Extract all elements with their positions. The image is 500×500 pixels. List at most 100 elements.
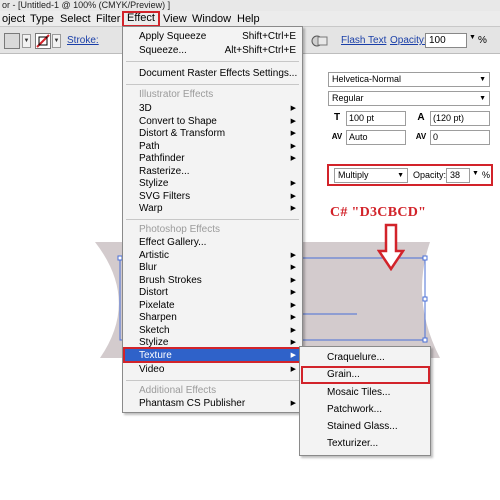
menu-separator xyxy=(126,219,299,220)
menu-item-label: Sharpen xyxy=(139,312,177,323)
font-size-icon: T xyxy=(333,112,341,123)
menu-item-document-raster-settings[interactable]: Document Raster Effects Settings... xyxy=(123,67,302,80)
menu-view[interactable]: View xyxy=(161,12,189,26)
flash-text-link[interactable]: Flash Text xyxy=(341,35,386,46)
opacity-label[interactable]: Opacity: xyxy=(390,35,427,46)
menu-window[interactable]: Window xyxy=(190,12,233,26)
submenu-item-patchwork[interactable]: Patchwork... xyxy=(300,402,430,418)
menu-item-phantasm-cs-publisher[interactable]: Phantasm CS Publisher ▶ xyxy=(123,397,302,410)
menu-item-distort[interactable]: Distort ▶ xyxy=(123,286,302,299)
submenu-item-grain[interactable]: Grain... xyxy=(300,367,430,383)
selection-handle[interactable] xyxy=(422,337,428,343)
submenu-item-mosaic-tiles[interactable]: Mosaic Tiles... xyxy=(300,385,430,401)
font-size-field[interactable]: 100 pt xyxy=(346,111,406,126)
menu-item-blur[interactable]: Blur ▶ xyxy=(123,261,302,274)
kerning-field[interactable]: Auto xyxy=(346,130,406,145)
menu-separator xyxy=(126,84,299,85)
selection-handle[interactable] xyxy=(422,255,428,261)
menu-item-label: SVG Filters xyxy=(139,191,191,202)
menu-bar: oject Type Select Filter Effect View Win… xyxy=(0,11,500,27)
chevron-down-icon: ▼ xyxy=(397,172,404,179)
menu-separator xyxy=(126,380,299,381)
menu-select[interactable]: Select xyxy=(58,12,93,26)
character-panel: Helvetica-Normal ▼ Regular ▼ T 100 pt A … xyxy=(328,65,498,151)
submenu-arrow-icon: ▶ xyxy=(290,155,296,162)
menu-item-warp[interactable]: Warp ▶ xyxy=(123,202,302,215)
font-family-value: Helvetica-Normal xyxy=(332,74,402,84)
menu-help[interactable]: Help xyxy=(235,12,262,26)
menu-item-label: Pixelate xyxy=(139,300,175,311)
submenu-item-texturizer[interactable]: Texturizer... xyxy=(300,436,430,452)
menu-item-label: Blur xyxy=(139,262,157,273)
menu-item-label: Brush Strokes xyxy=(139,275,202,286)
menu-item-sharpen[interactable]: Sharpen ▶ xyxy=(123,311,302,324)
menu-item-label: Distort & Transform xyxy=(139,128,226,139)
opacity-unit: % xyxy=(478,35,487,46)
menu-item-label: Video xyxy=(139,364,165,375)
menu-item-label: Path xyxy=(139,141,160,152)
submenu-arrow-icon: ▶ xyxy=(290,205,296,212)
effect-menu: Apply Squeeze Shift+Ctrl+E Squeeze... Al… xyxy=(122,26,303,413)
font-style-value: Regular xyxy=(332,93,364,103)
menu-item-stylize[interactable]: Stylize ▶ xyxy=(123,177,302,190)
fill-swatch-icon[interactable] xyxy=(4,33,20,49)
section-photoshop-effects: Photoshop Effects xyxy=(139,224,220,235)
menu-object[interactable]: oject xyxy=(0,12,27,26)
menu-item-distort-transform[interactable]: Distort & Transform ▶ xyxy=(123,127,302,140)
stroke-dropdown-arrow[interactable]: ▼ xyxy=(52,34,61,48)
font-family-select[interactable]: Helvetica-Normal ▼ xyxy=(328,72,490,87)
color-code-annotation: C# "D3CBCD" xyxy=(330,205,427,220)
opacity-dropdown-arrow[interactable]: ▼ xyxy=(472,170,479,177)
opacity-input[interactable]: 100 xyxy=(425,33,467,48)
submenu-arrow-icon: ▶ xyxy=(290,264,296,271)
menu-item-label: Effect Gallery... xyxy=(139,237,207,248)
opacity-dropdown-arrow[interactable]: ▼ xyxy=(469,34,476,41)
stroke-none-icon[interactable] xyxy=(35,33,51,49)
menu-item-pathfinder[interactable]: Pathfinder ▶ xyxy=(123,152,302,165)
selection-handle[interactable] xyxy=(422,296,428,302)
down-arrow-icon xyxy=(377,223,405,271)
menu-item-video[interactable]: Video ▶ xyxy=(123,363,302,376)
menu-item-effect-gallery[interactable]: Effect Gallery... xyxy=(123,236,302,249)
section-illustrator-effects: Illustrator Effects xyxy=(139,89,214,100)
opacity-label: Opacity: xyxy=(413,170,447,180)
leading-icon: A xyxy=(417,112,425,123)
leading-field[interactable]: (120 pt) xyxy=(430,111,490,126)
menu-item-squeeze[interactable]: Squeeze... Alt+Shift+Ctrl+E xyxy=(123,44,302,57)
blend-mode-select[interactable]: Multiply ▼ xyxy=(334,168,408,183)
menu-item-label: Sketch xyxy=(139,325,170,336)
submenu-arrow-icon: ▶ xyxy=(290,130,296,137)
tracking-icon: AV xyxy=(415,132,427,141)
menu-filter[interactable]: Filter xyxy=(94,12,122,26)
menu-item-label: Squeeze... xyxy=(139,45,187,56)
submenu-item-craquelure[interactable]: Craquelure... xyxy=(300,350,430,366)
chevron-down-icon: ▼ xyxy=(479,76,486,83)
menu-item-label: Artistic xyxy=(139,250,169,261)
submenu-arrow-icon: ▶ xyxy=(290,105,296,112)
blend-mode-value: Multiply xyxy=(338,170,369,180)
menu-item-label: Apply Squeeze xyxy=(139,31,207,42)
menu-item-3d[interactable]: 3D ▶ xyxy=(123,102,302,115)
submenu-item-stained-glass[interactable]: Stained Glass... xyxy=(300,419,430,435)
menu-type[interactable]: Type xyxy=(28,12,56,26)
tracking-field[interactable]: 0 xyxy=(430,130,490,145)
shortcut-label: Alt+Shift+Ctrl+E xyxy=(224,45,296,56)
font-style-select[interactable]: Regular ▼ xyxy=(328,91,490,106)
submenu-arrow-icon: ▶ xyxy=(290,400,296,407)
opacity-input[interactable]: 38 xyxy=(446,168,470,183)
submenu-arrow-icon: ▶ xyxy=(290,289,296,296)
menu-item-label: Pathfinder xyxy=(139,153,185,164)
stroke-label[interactable]: Stroke: xyxy=(67,35,99,46)
texture-submenu: Craquelure... Grain... Mosaic Tiles... P… xyxy=(299,346,431,456)
menu-item-apply-squeeze[interactable]: Apply Squeeze Shift+Ctrl+E xyxy=(123,30,302,43)
section-additional-effects: Additional Effects xyxy=(139,385,217,396)
shortcut-label: Shift+Ctrl+E xyxy=(242,31,296,42)
menu-item-label: 3D xyxy=(139,103,152,114)
fill-dropdown-arrow[interactable]: ▼ xyxy=(22,34,31,48)
texture-highlight-outline xyxy=(123,347,302,363)
menu-effect[interactable]: Effect xyxy=(122,11,160,27)
submenu-arrow-icon: ▶ xyxy=(290,366,296,373)
chevron-down-icon: ▼ xyxy=(479,95,486,102)
submenu-arrow-icon: ▶ xyxy=(290,180,296,187)
brush-icon[interactable] xyxy=(311,34,329,48)
